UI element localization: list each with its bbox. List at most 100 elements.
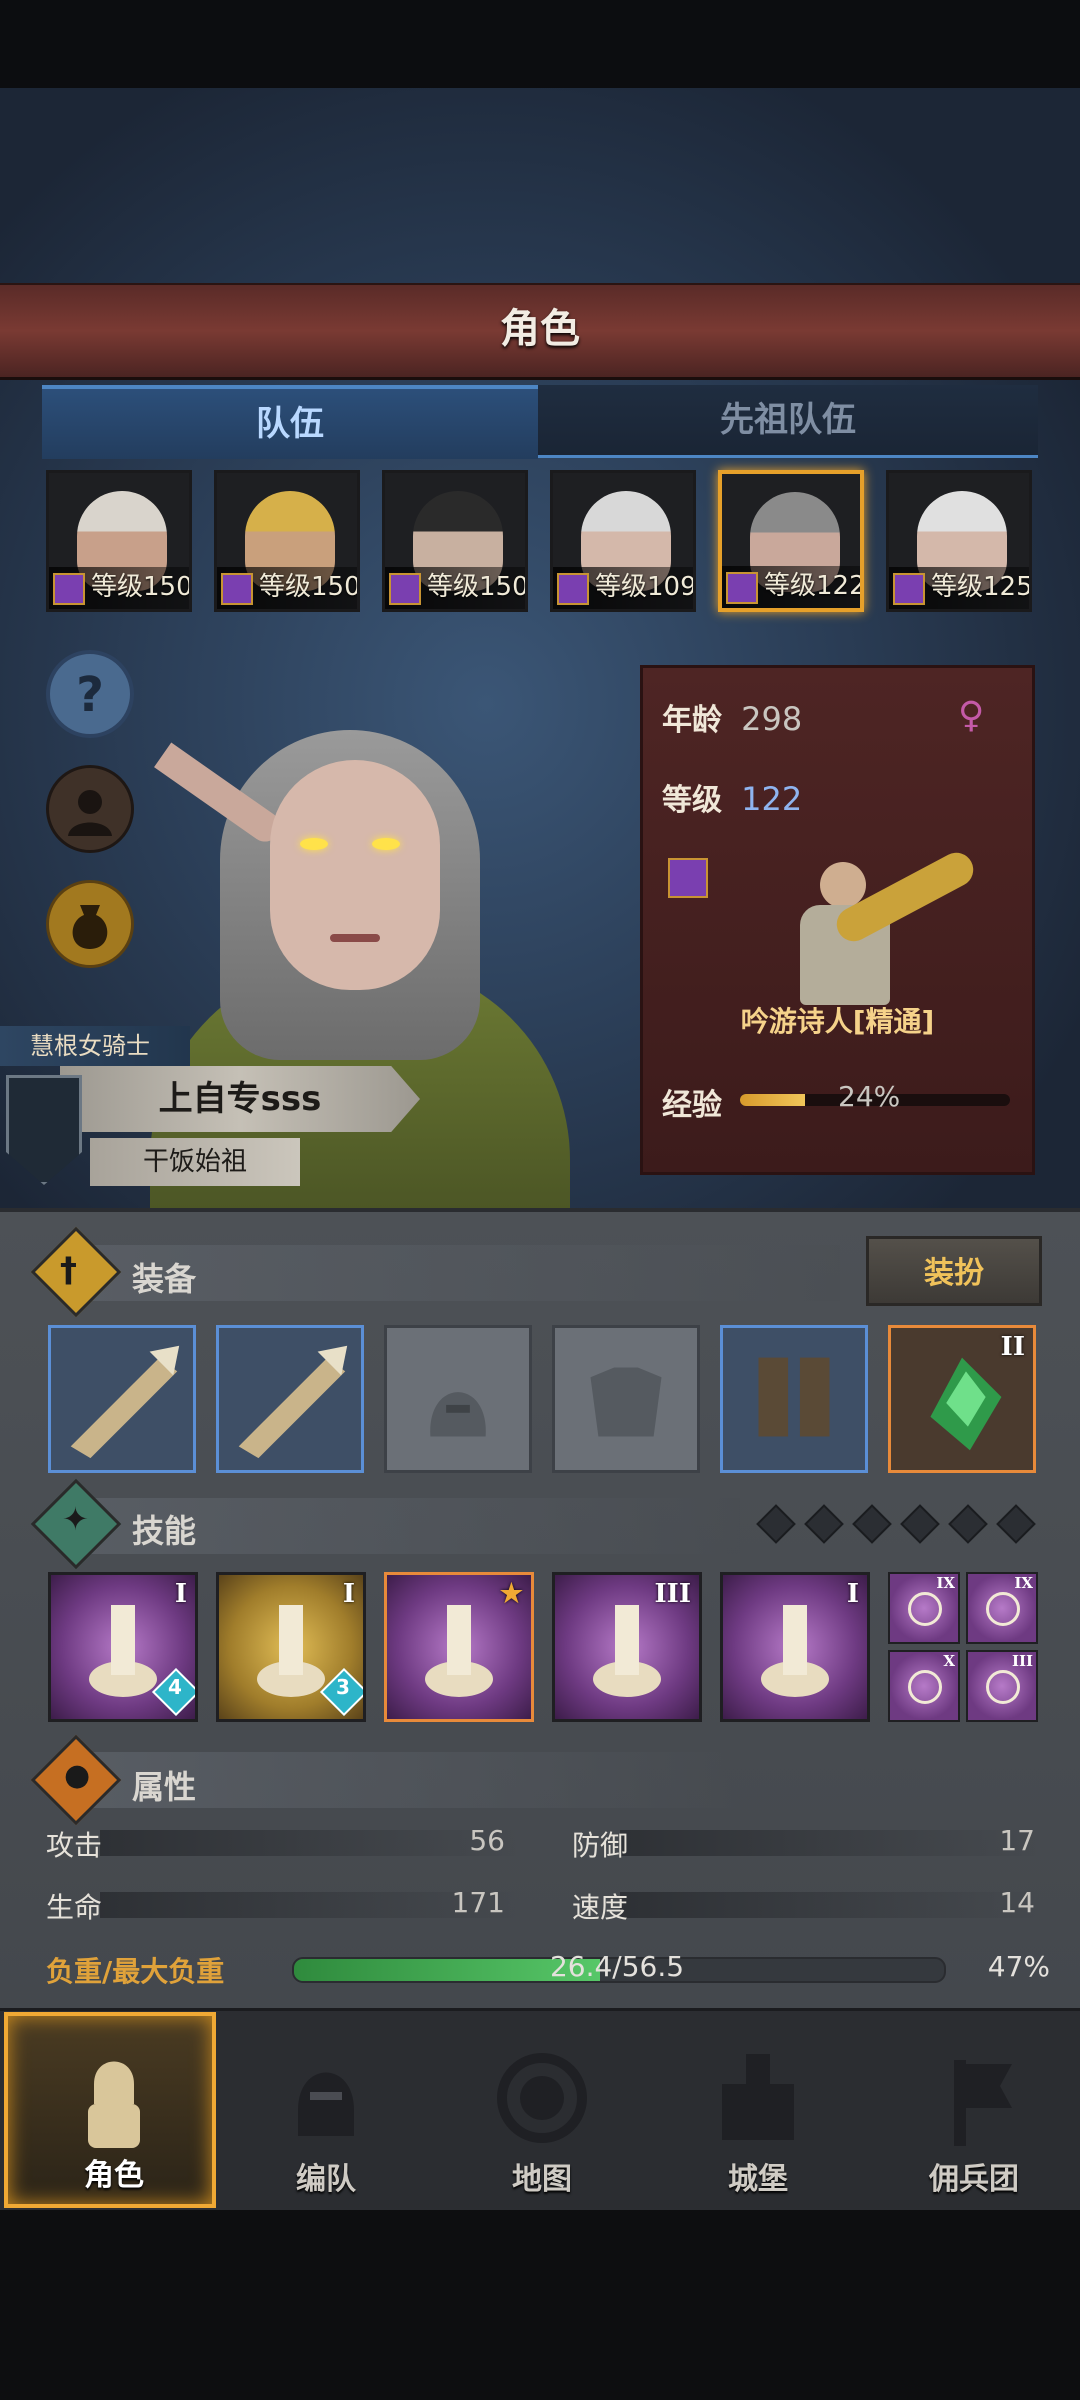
equip-tier: II [1000,1332,1025,1362]
nav-helmet[interactable]: 编队 [220,2012,432,2208]
star-badge-icon: ★ [499,1579,523,1609]
hero-level: 等级150 [91,572,192,602]
skill-title: 技能 [132,1512,197,1550]
potion-button[interactable] [46,880,134,968]
bust-icon [68,790,112,836]
hero-level: 等级109 [595,572,696,602]
hero-card[interactable]: 等级109 [550,470,696,612]
hero-level: 等级150 [427,572,528,602]
age-row: 年龄 298 [662,695,802,739]
nav-banner[interactable]: 佣兵团 [868,2012,1080,2208]
skill-slot[interactable]: I3 [216,1572,366,1722]
status-area [0,0,1080,88]
hp-value: 171 [451,1886,505,1919]
weapon-icon [70,1345,180,1459]
skill-tier: III [654,1579,692,1609]
attack-value: 56 [469,1824,505,1857]
skill-slot[interactable]: I4 [48,1572,198,1722]
hero-card[interactable]: 等级122 [718,470,864,612]
staff-icon [893,573,925,605]
exp-bar-fill [740,1094,805,1106]
skill-slot[interactable]: ★ [384,1572,534,1722]
skill-badge: 3 [336,1675,350,1699]
hero-card[interactable]: 等级125 [886,470,1032,612]
female-icon: ♀ [958,695,985,736]
boots-icon [758,1357,830,1437]
skill-tier: I [846,1579,859,1609]
armor-icon [590,1367,662,1437]
equip-slot-weapon[interactable] [48,1325,196,1473]
skill-badge: 4 [168,1675,182,1699]
equip-slot-weapon[interactable] [216,1325,364,1473]
passive-tier: III [1011,1652,1033,1670]
class-staff-icon [668,858,708,898]
load-label: 负重/最大负重 [46,1955,225,1988]
passive-tier: X [943,1652,955,1670]
person-icon: ● [64,1758,91,1793]
equip-slot-boots[interactable] [720,1325,868,1473]
crystal-person-icon [761,1605,829,1697]
defense-label: 防御 [572,1829,629,1862]
tab-ancestor-team[interactable]: 先祖队伍 [538,385,1038,458]
passive-skill-slot[interactable]: III [966,1650,1038,1722]
attack-label: 攻击 [46,1829,103,1862]
sword-icon [908,1592,942,1626]
hero-card[interactable]: 等级150 [382,470,528,612]
equip-slot-gem[interactable]: II [888,1325,1036,1473]
exp-label: 经验 [662,1088,722,1123]
helmet-icon [430,1392,486,1437]
nav-label: 城堡 [728,2162,788,2197]
nav-label: 角色 [84,2158,144,2193]
pouch-icon [72,905,108,949]
passive-tier: IX [936,1574,955,1592]
nav-label: 地图 [512,2162,572,2197]
level-value: 122 [741,780,803,818]
hero-card[interactable]: 等级150 [214,470,360,612]
swords-icon [557,573,589,605]
nav-knight[interactable]: 角色 [4,2012,216,2208]
portrait-eye-left [300,838,328,850]
passive-skill-slot[interactable]: IX [888,1572,960,1644]
hero-card[interactable]: 等级150 [46,470,192,612]
speed-value: 14 [999,1886,1035,1919]
dress-button[interactable]: 装扮 [866,1236,1042,1306]
character-title: 慧根女骑士 [0,1026,190,1066]
skill-tier: I [174,1579,187,1609]
equip-slot-helmet[interactable] [384,1325,532,1473]
equip-slot-armor[interactable] [552,1325,700,1473]
appearance-button[interactable] [46,765,134,853]
hp-label: 生命 [46,1891,103,1924]
banner-icon [954,2060,1012,2146]
hero-level: 等级125 [931,572,1032,602]
tab-team[interactable]: 队伍 [42,385,538,459]
level-label: 等级 [662,783,722,818]
help-button[interactable]: ? [46,650,134,738]
speed-label: 速度 [572,1891,629,1924]
level-row: 等级 122 [662,775,802,819]
age-label: 年龄 [662,703,722,738]
portrait-eye-right [372,838,400,850]
defense-value: 17 [999,1824,1035,1857]
weapon-icon [238,1345,348,1459]
question-icon: ? [76,667,104,723]
cross-icon: † [60,1250,77,1290]
character-name[interactable]: 上自专sss [60,1066,420,1132]
passive-skill-slot[interactable]: IX [966,1572,1038,1644]
job-name: 吟游诗人[精通] [740,1005,935,1038]
character-subtitle: 干饭始祖 [90,1138,300,1186]
skill-slot[interactable]: I [720,1572,870,1722]
shield-icon [389,573,421,605]
nav-label: 编队 [296,2162,356,2197]
knight-icon [88,2061,140,2148]
castle-icon [722,2054,794,2140]
hero-level: 等级150 [259,572,360,602]
nav-label: 佣兵团 [929,2162,1019,2197]
nav-compass[interactable]: 地图 [436,2012,648,2208]
passive-skill-slot[interactable]: X [888,1650,960,1722]
skill-slot[interactable]: III [552,1572,702,1722]
skill-tier: I [342,1579,355,1609]
helmet-icon [298,2072,354,2136]
shield-icon [986,1670,1020,1704]
nav-castle[interactable]: 城堡 [652,2012,864,2208]
system-bar-area [0,2210,1080,2400]
